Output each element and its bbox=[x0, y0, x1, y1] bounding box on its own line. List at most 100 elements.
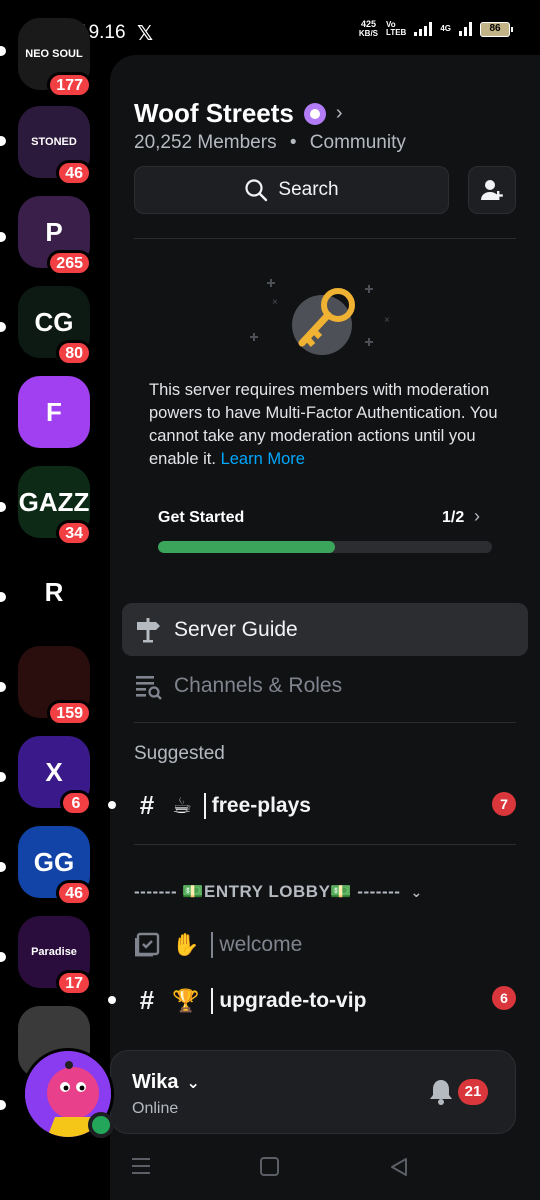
mention-badge: 34 bbox=[56, 520, 92, 546]
divider bbox=[134, 238, 516, 239]
search-label: Search bbox=[278, 179, 339, 200]
back-icon[interactable] bbox=[388, 1156, 410, 1178]
online-status-icon bbox=[88, 1112, 114, 1138]
category-entry-lobby[interactable]: ------- 💵ENTRY LOBBY💵 ------- ⌄ bbox=[134, 882, 423, 902]
unread-pill bbox=[0, 322, 6, 332]
notification-badge: 21 bbox=[458, 1079, 488, 1105]
get-started-progress bbox=[158, 541, 492, 553]
member-count: 20,252 Members bbox=[134, 132, 277, 153]
unread-pill bbox=[0, 1100, 6, 1110]
signal-icon-2 bbox=[459, 22, 472, 36]
server-guide-label: Server Guide bbox=[174, 617, 298, 641]
unread-pill bbox=[0, 592, 6, 602]
server-icon[interactable]: P 265 bbox=[18, 196, 92, 276]
unread-pill bbox=[0, 772, 6, 782]
channel-emoji: ☕ bbox=[172, 792, 192, 818]
channels-roles-label: Channels & Roles bbox=[174, 674, 343, 697]
mention-badge: 80 bbox=[56, 340, 92, 366]
unread-pill bbox=[0, 682, 6, 692]
unread-pill bbox=[0, 502, 6, 512]
unread-badge: 7 bbox=[492, 792, 516, 816]
server-icon[interactable]: GAZZ 34 bbox=[18, 466, 92, 546]
server-icon-image: F bbox=[18, 376, 90, 448]
get-started-label[interactable]: Get Started bbox=[158, 509, 244, 527]
mention-badge: 46 bbox=[56, 880, 92, 906]
boost-icon bbox=[303, 102, 326, 125]
chevron-right-icon[interactable]: › bbox=[474, 506, 480, 527]
category-name: ------- 💵ENTRY LOBBY💵 ------- bbox=[134, 882, 401, 901]
unread-badge: 6 bbox=[492, 986, 516, 1010]
battery-icon: 86 bbox=[480, 21, 513, 37]
server-icon[interactable]: NEO SOUL 177 bbox=[18, 18, 92, 98]
server-icon[interactable]: F bbox=[18, 376, 90, 448]
unread-pill bbox=[0, 232, 6, 242]
chevron-down-icon: ⌄ bbox=[186, 1074, 200, 1092]
recent-apps-icon[interactable] bbox=[130, 1156, 152, 1176]
server-meta: 20,252 Members • Community bbox=[134, 132, 406, 153]
chevron-right-icon: › bbox=[335, 102, 343, 124]
mention-badge: 159 bbox=[47, 700, 92, 726]
server-type: Community bbox=[309, 132, 406, 153]
server-icon[interactable]: GG 46 bbox=[18, 826, 92, 906]
divider bbox=[134, 722, 516, 723]
learn-more-link[interactable]: Learn More bbox=[221, 450, 305, 468]
network-speed: 425 KB/S bbox=[358, 19, 379, 39]
search-icon bbox=[245, 179, 268, 202]
mention-badge: 17 bbox=[56, 970, 92, 996]
mfa-notice: This server requires members with modera… bbox=[149, 381, 498, 468]
unread-indicator bbox=[108, 801, 116, 809]
channel-name: free-plays bbox=[211, 793, 311, 817]
unread-pill bbox=[0, 46, 6, 56]
server-header[interactable]: Woof Streets › bbox=[134, 98, 343, 129]
unread-pill bbox=[0, 136, 6, 146]
signpost-icon bbox=[137, 617, 160, 642]
server-icon[interactable]: CG 80 bbox=[18, 286, 92, 366]
user-name-button[interactable]: Wika ⌄ bbox=[132, 1071, 200, 1094]
svg-text:×: × bbox=[384, 315, 390, 326]
mention-badge: 265 bbox=[47, 250, 92, 276]
x-icon: 𝕏 bbox=[137, 23, 154, 45]
invite-button[interactable] bbox=[468, 166, 516, 214]
signal-icon bbox=[414, 22, 433, 36]
volte-indicator: Vo LTEB bbox=[386, 20, 407, 37]
search-button[interactable]: Search bbox=[134, 166, 449, 214]
channels-roles-item[interactable]: Channels & Roles bbox=[134, 672, 342, 700]
server-rail: NEO SOUL177 STONED46 P265 CG80 F GAZZ34 Rdice1… bbox=[0, 0, 108, 1200]
divider bbox=[134, 844, 516, 845]
home-icon[interactable] bbox=[259, 1156, 281, 1178]
bell-icon[interactable] bbox=[428, 1078, 454, 1106]
channel-name: welcome bbox=[219, 933, 303, 956]
key-icon: × × bbox=[250, 279, 390, 355]
server-icon[interactable]: X6 bbox=[18, 736, 92, 816]
channel-name: upgrade-to-vip bbox=[219, 988, 367, 1012]
mention-badge: 177 bbox=[47, 72, 92, 98]
suggested-heading: Suggested bbox=[134, 743, 225, 764]
user-name: Wika bbox=[132, 1071, 179, 1093]
channel-upgrade-to-vip[interactable]: # 🏆 upgrade-to-vip bbox=[134, 985, 367, 1016]
locked-hash-icon: # bbox=[139, 985, 155, 1015]
user-status: Online bbox=[132, 1100, 179, 1117]
channel-emoji: 🏆 bbox=[172, 987, 200, 1013]
browse-channels-icon bbox=[136, 676, 162, 700]
add-member-icon bbox=[481, 180, 503, 200]
mention-badge: 6 bbox=[60, 790, 92, 816]
channel-welcome[interactable]: ✋ welcome bbox=[134, 932, 302, 958]
server-name: Woof Streets bbox=[134, 98, 294, 128]
channel-free-plays[interactable]: # ☕ free-plays bbox=[134, 790, 311, 821]
channel-emoji: ✋ bbox=[172, 932, 200, 957]
get-started-count: 1/2 bbox=[442, 509, 465, 526]
mention-badge: 46 bbox=[56, 160, 92, 186]
unread-pill bbox=[0, 952, 6, 962]
server-icon[interactable]: Paradise 17 bbox=[18, 916, 92, 996]
server-icon[interactable]: STONED 46 bbox=[18, 106, 92, 186]
server-icon[interactable]: R bbox=[18, 556, 90, 628]
network-type: 4G bbox=[440, 24, 451, 33]
chevron-down-icon: ⌄ bbox=[410, 883, 423, 900]
unread-pill bbox=[0, 862, 6, 872]
hash-icon: # bbox=[139, 790, 155, 820]
rules-channel-icon bbox=[135, 932, 160, 957]
svg-text:×: × bbox=[272, 297, 278, 308]
server-icon-image: R bbox=[18, 556, 90, 628]
server-guide-item[interactable]: Server Guide bbox=[122, 603, 528, 656]
server-icon[interactable]: dice159 bbox=[18, 646, 92, 726]
